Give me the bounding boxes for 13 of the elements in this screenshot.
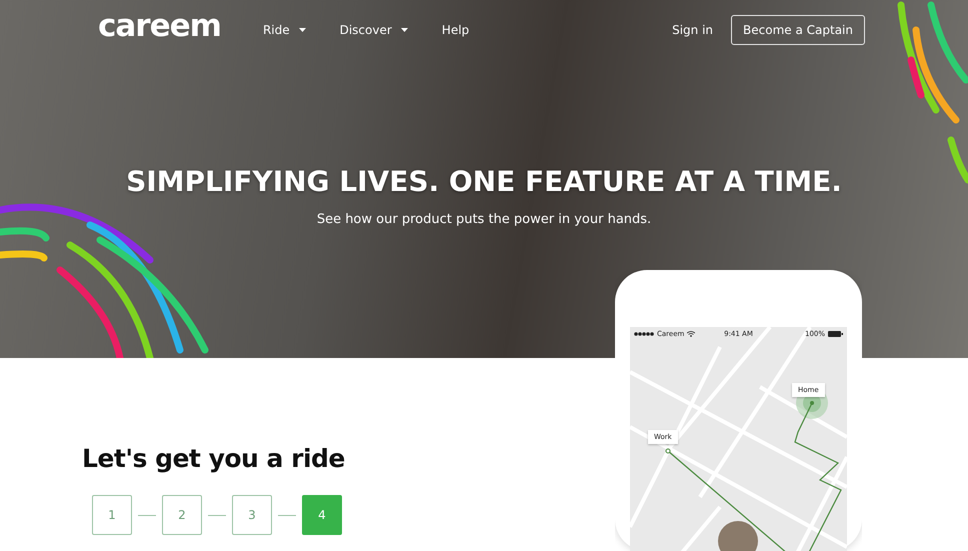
wifi-icon xyxy=(687,331,696,337)
nav-link[interactable]: Help xyxy=(442,23,470,37)
careem-logo[interactable]: careem xyxy=(98,8,221,44)
section-title: Let's get you a ride xyxy=(82,444,346,473)
nav-link[interactable]: Discover xyxy=(340,23,408,37)
hero-subtitle: See how our product puts the power in your hands. xyxy=(316,212,652,227)
nav-link[interactable]: Ride xyxy=(262,23,306,37)
hero-title: SIMPLIFYING LIVES. ONE FEATURE AT A TIME. xyxy=(126,165,842,198)
sign-in-link[interactable]: Sign in xyxy=(672,23,714,37)
driver-avatar xyxy=(718,521,758,551)
become-captain-button[interactable]: Become a Captain xyxy=(731,15,865,45)
battery-icon xyxy=(828,331,843,337)
signal-icon xyxy=(634,332,654,336)
